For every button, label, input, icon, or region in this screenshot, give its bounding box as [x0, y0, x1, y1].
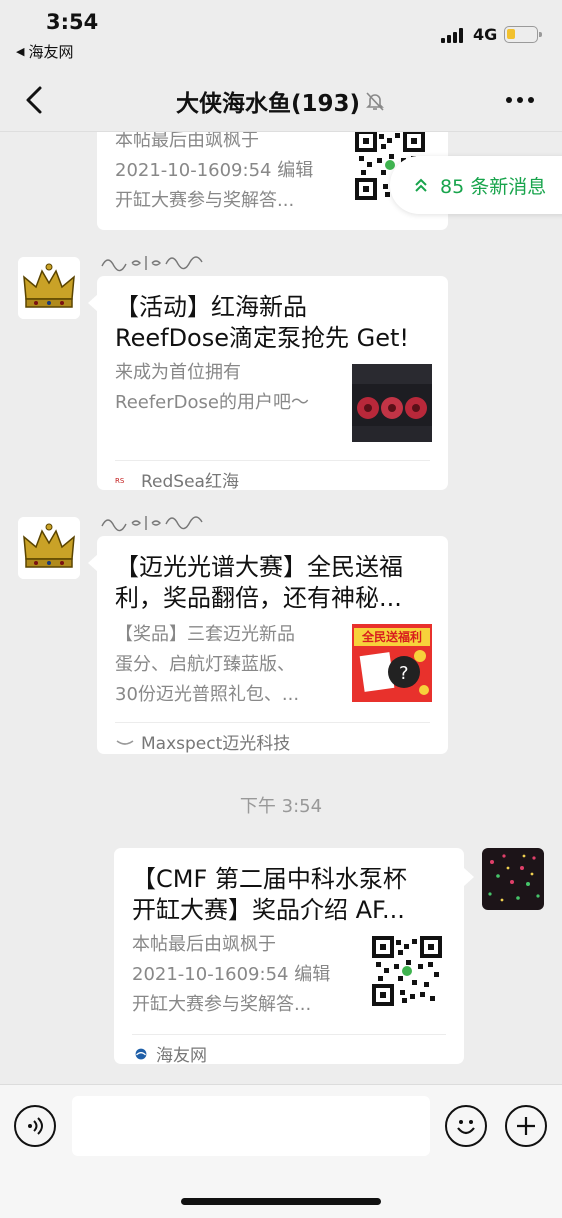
maxspect-logo-icon: [116, 739, 134, 745]
card-title-line: ReefDose滴定泵抢先 Get!: [115, 324, 410, 352]
crown-avatar-image: [18, 257, 80, 319]
sender-avatar[interactable]: [18, 257, 80, 319]
card-source: Maxspect迈光科技: [115, 722, 430, 754]
voice-icon[interactable]: [14, 1105, 56, 1147]
sender-nickname-ornament: [101, 256, 203, 272]
promo-art: ?: [359, 650, 429, 695]
source-name: RedSea红海: [141, 472, 239, 492]
card-desc-line: 30份迈光普照礼包、...: [115, 684, 300, 705]
more-dots-icon[interactable]: [506, 97, 534, 103]
promo-thumbnail: 全民送福利 ?: [352, 624, 432, 702]
source-name: 海友网: [156, 1046, 207, 1066]
message-input[interactable]: [72, 1096, 430, 1156]
status-bar: 3:54 ◀ 海友网 4G: [0, 0, 562, 68]
new-messages-label: 85 条新消息: [440, 175, 547, 198]
back-triangle-icon: ◀: [16, 45, 25, 58]
card-title-line: 【迈光光谱大赛】全民送福: [115, 553, 403, 581]
new-messages-button[interactable]: 85 条新消息: [390, 156, 562, 214]
qr-code-thumbnail: [372, 936, 442, 1006]
card-desc-line: 来成为首位拥有: [115, 362, 241, 383]
card-desc-line: 【奖品】三套迈光新品: [115, 624, 295, 645]
sender-avatar[interactable]: [18, 517, 80, 579]
back-app-label: 海友网: [28, 43, 74, 61]
svg-text:RS: RS: [115, 477, 125, 485]
card-source: 海友网: [132, 1034, 446, 1066]
emoji-icon[interactable]: [445, 1105, 487, 1147]
card-desc-line: 蛋分、启航灯臻蓝版、: [115, 654, 295, 675]
fireworks-avatar-image: [482, 848, 544, 910]
article-card[interactable]: 【迈光光谱大赛】全民送福 利，奖品翻倍，还有神秘... 【奖品】三套迈光新品 蛋…: [97, 536, 448, 754]
article-card-outgoing[interactable]: 【CMF 第二届中科水泵杯 开缸大赛】奖品介绍 AF... 本帖最后由飒枫于 2…: [114, 848, 464, 1066]
chat-title: 大侠海水鱼(193): [175, 91, 361, 117]
back-to-app-link[interactable]: ◀ 海友网: [16, 41, 73, 62]
card-title-line: 【CMF 第二届中科水泵杯: [132, 865, 407, 893]
message-timestamp: 下午 3:54: [239, 796, 323, 817]
signal-icon: [441, 27, 467, 43]
card-title-line: 【活动】红海新品: [115, 293, 307, 321]
bell-slash-icon: [366, 92, 384, 111]
redsea-logo-icon: RS: [115, 475, 135, 485]
haiyou-logo-icon: [135, 1048, 147, 1059]
crown-avatar-image: [18, 517, 80, 579]
source-name: Maxspect迈光科技: [141, 734, 291, 754]
chat-header: 大侠海水鱼(193): [0, 68, 562, 132]
card-desc-line: ReeferDose的用户吧～: [115, 392, 309, 413]
article-card[interactable]: 【活动】红海新品 ReefDose滴定泵抢先 Get! 来成为首位拥有 Reef…: [97, 276, 448, 492]
card-title-line: 开缸大赛】奖品介绍 AF...: [132, 896, 405, 924]
chat-messages[interactable]: 本帖最后由飒枫于 2021-10-1609:54 编辑 开缸大赛参与奖解答...…: [0, 132, 562, 1084]
product-thumbnail: [352, 364, 432, 442]
card-desc-line: 2021-10-1609:54 编辑: [132, 964, 331, 985]
svg-text:?: ?: [399, 663, 409, 684]
card-desc-line: 本帖最后由飒枫于: [132, 934, 276, 955]
double-chevron-up-icon: [415, 178, 427, 192]
my-avatar[interactable]: [482, 848, 544, 910]
home-indicator[interactable]: [181, 1198, 381, 1205]
status-time: 3:54: [46, 10, 99, 34]
sender-nickname-ornament: [101, 516, 203, 532]
plus-icon[interactable]: [505, 1105, 547, 1147]
network-type: 4G: [473, 25, 498, 44]
promo-thumb-text: 全民送福利: [354, 628, 430, 646]
card-desc-line: 本帖最后由飒枫于: [115, 132, 259, 151]
card-desc-line: 开缸大赛参与奖解答...: [132, 994, 312, 1015]
card-desc-line: 开缸大赛参与奖解答...: [115, 190, 295, 211]
card-desc-line: 2021-10-1609:54 编辑: [115, 160, 314, 181]
card-source: RS RedSea红海: [115, 460, 430, 492]
card-title-line: 利，奖品翻倍，还有神秘...: [115, 584, 402, 612]
battery-icon: [504, 26, 542, 43]
